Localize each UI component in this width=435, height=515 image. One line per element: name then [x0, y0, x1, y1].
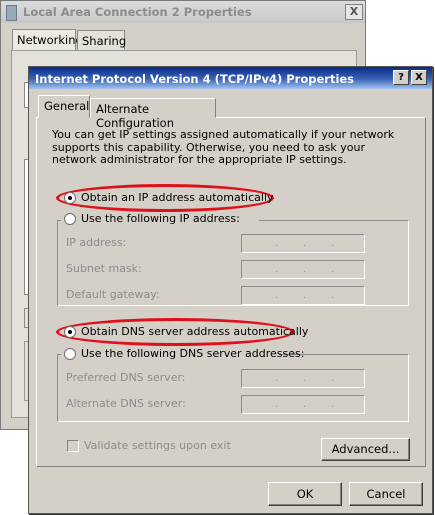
- back-window-title-bar: Local Area Connection 2 Properties X: [1, 1, 365, 23]
- network-connection-icon: [6, 5, 17, 21]
- obtain-ip-auto-label[interactable]: Obtain an IP address automatically: [81, 191, 274, 204]
- obtain-ip-auto-radio[interactable]: [64, 192, 76, 204]
- help-button[interactable]: ?: [393, 70, 409, 85]
- default-gateway-label: Default gateway:: [66, 288, 160, 301]
- tab-sharing[interactable]: Sharing: [77, 30, 126, 50]
- use-following-ip-radio[interactable]: [64, 213, 76, 225]
- radio-selected-dot: [68, 196, 72, 200]
- ip-address-label: IP address:: [66, 236, 127, 249]
- tab-alternate-configuration[interactable]: Alternate Configuration: [90, 98, 216, 130]
- obtain-dns-auto-label[interactable]: Obtain DNS server address automatically: [81, 325, 308, 338]
- obtain-dns-auto-radio[interactable]: [64, 326, 76, 338]
- subnet-mask-input[interactable]: ...: [241, 260, 365, 279]
- tab-general[interactable]: General: [38, 95, 90, 118]
- dialog-title-bar: Internet Protocol Version 4 (TCP/IPv4) P…: [29, 67, 432, 89]
- validate-settings-label: Validate settings upon exit: [84, 439, 231, 452]
- description-text: You can get IP settings assigned automat…: [52, 128, 395, 167]
- preferred-dns-label: Preferred DNS server:: [66, 371, 186, 384]
- validate-settings-checkbox[interactable]: [67, 440, 79, 452]
- back-window-close-button[interactable]: X: [345, 4, 363, 20]
- ipv4-properties-dialog: Internet Protocol Version 4 (TCP/IPv4) P…: [28, 66, 433, 514]
- cancel-button[interactable]: Cancel: [349, 482, 423, 506]
- tab-networking[interactable]: Networking: [12, 29, 83, 51]
- use-following-ip-label[interactable]: Use the following IP address:: [81, 212, 240, 225]
- subnet-mask-label: Subnet mask:: [66, 262, 142, 275]
- preferred-dns-input[interactable]: ...: [241, 369, 365, 388]
- ok-button[interactable]: OK: [268, 482, 342, 506]
- alternate-dns-input[interactable]: ...: [241, 395, 365, 414]
- back-window-title: Local Area Connection 2 Properties: [23, 5, 252, 19]
- use-following-dns-label[interactable]: Use the following DNS server addresses:: [81, 347, 304, 360]
- dialog-title: Internet Protocol Version 4 (TCP/IPv4) P…: [35, 72, 355, 86]
- default-gateway-input[interactable]: ...: [241, 286, 365, 305]
- ip-address-input[interactable]: ...: [241, 234, 365, 253]
- close-button[interactable]: X: [411, 70, 427, 85]
- radio-selected-dot: [68, 330, 72, 334]
- advanced-button[interactable]: Advanced...: [321, 438, 410, 461]
- alternate-dns-label: Alternate DNS server:: [66, 397, 186, 410]
- use-following-dns-radio[interactable]: [64, 348, 76, 360]
